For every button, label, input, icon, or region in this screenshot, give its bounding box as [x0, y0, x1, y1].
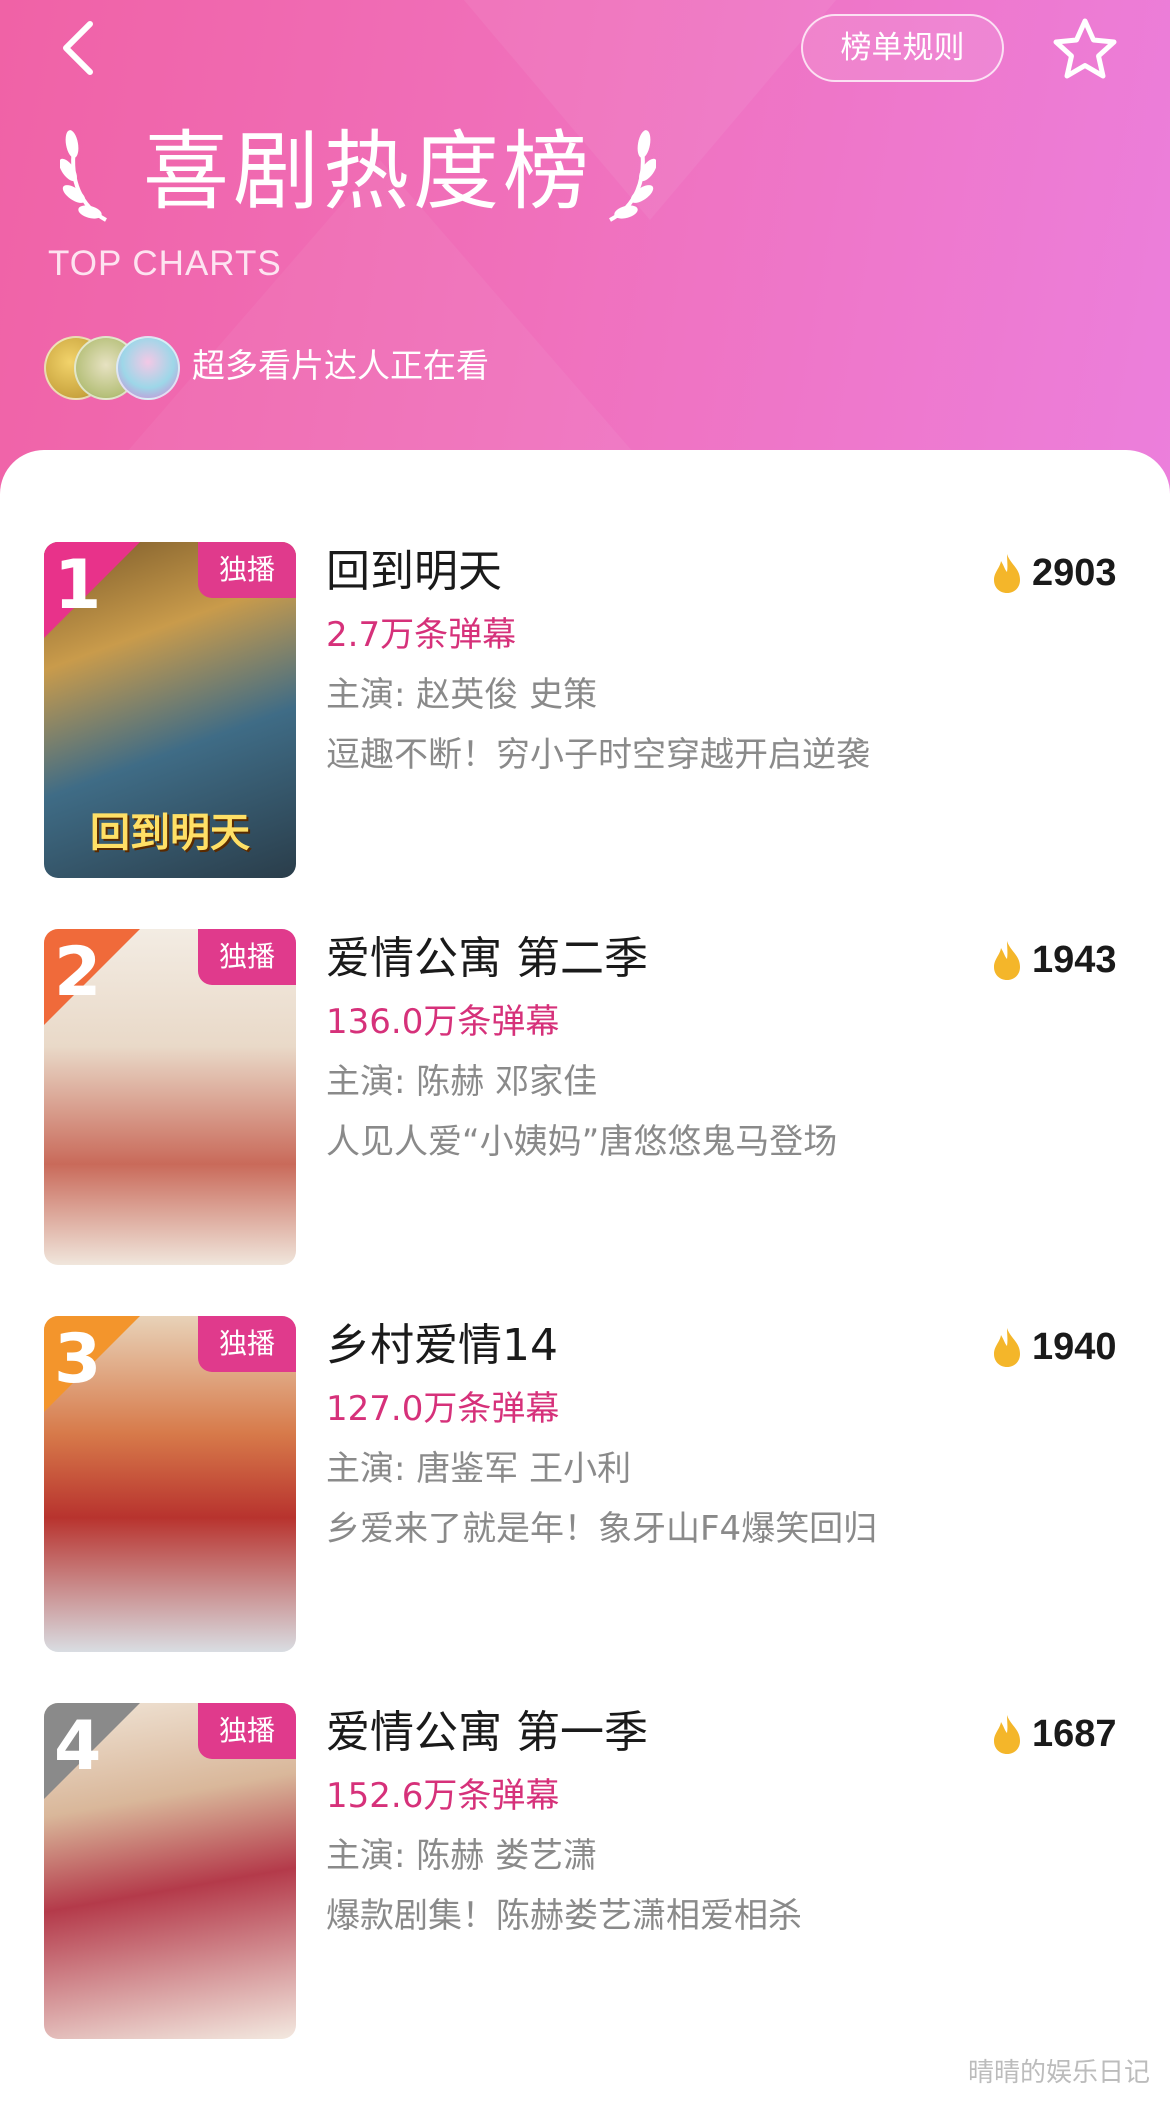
heat-value: 2903	[1032, 552, 1117, 594]
ranking-list: 1 独播 回到明天 回到明天 2.7万条弹幕 主演: 赵英俊 史策 逗趣不断！穷…	[0, 450, 1170, 2106]
heat-score: 1940	[990, 1322, 1140, 1372]
show-title[interactable]: 爱情公寓 第二季	[326, 929, 648, 989]
danmu-count: 127.0万条弹幕	[326, 1389, 560, 1429]
danmu-count: 136.0万条弹幕	[326, 1002, 560, 1042]
page-title: 喜剧热度榜	[143, 122, 593, 222]
cast-text: 主演: 陈赫 娄艺潇	[326, 1836, 598, 1876]
heat-score: 1687	[990, 1709, 1140, 1759]
header-banner: 榜单规则 喜剧热度榜 TOP CHARTS 超多看片达人正在看	[0, 0, 1170, 520]
description-text: 爆款剧集！陈赫娄艺潇相爱相杀	[326, 1896, 802, 1936]
list-item[interactable]: 1 独播 回到明天 回到明天 2.7万条弹幕 主演: 赵英俊 史策 逗趣不断！穷…	[0, 542, 1170, 882]
poster-image[interactable]: 2 独播	[44, 929, 296, 1265]
heat-value: 1943	[1032, 939, 1117, 981]
cast-text: 主演: 唐鉴军 王小利	[326, 1449, 632, 1489]
poster-image[interactable]: 3 独播	[44, 1316, 296, 1652]
watermark: 晴晴的娱乐日记	[968, 2058, 1151, 2088]
exclusive-badge: 独播	[198, 929, 296, 985]
flame-icon	[994, 554, 1020, 593]
danmu-count: 152.6万条弹幕	[326, 1776, 560, 1816]
show-title[interactable]: 乡村爱情14	[326, 1316, 558, 1376]
description-text: 乡爱来了就是年！象牙山F4爆笑回归	[326, 1509, 878, 1549]
heat-score: 1943	[990, 935, 1140, 985]
flame-icon	[994, 1328, 1020, 1367]
poster-caption: 回到明天	[90, 810, 250, 856]
list-item[interactable]: 4 独播 爱情公寓 第一季 152.6万条弹幕 主演: 陈赫 娄艺潇 爆款剧集！…	[0, 1703, 1170, 2043]
exclusive-badge: 独播	[198, 1316, 296, 1372]
flame-icon	[994, 941, 1020, 980]
danmu-count: 2.7万条弹幕	[326, 615, 517, 655]
heat-value: 1940	[1032, 1326, 1117, 1368]
favorite-button[interactable]	[1050, 15, 1120, 85]
back-button[interactable]	[52, 18, 112, 78]
rank-number: 4	[54, 1707, 102, 1786]
rank-number: 2	[54, 933, 102, 1012]
show-title[interactable]: 回到明天	[326, 542, 502, 602]
rank-number: 3	[54, 1320, 102, 1399]
title-block: 喜剧热度榜	[60, 112, 680, 232]
exclusive-badge: 独播	[198, 542, 296, 598]
list-item[interactable]: 3 独播 乡村爱情14 127.0万条弹幕 主演: 唐鉴军 王小利 乡爱来了就是…	[0, 1316, 1170, 1656]
poster-image[interactable]: 1 独播 回到明天	[44, 542, 296, 878]
avatar	[116, 336, 180, 400]
cast-text: 主演: 陈赫 邓家佳	[326, 1062, 598, 1102]
poster-image[interactable]: 4 独播	[44, 1703, 296, 2039]
rules-button[interactable]: 榜单规则	[801, 14, 1004, 82]
cast-text: 主演: 赵英俊 史策	[326, 675, 598, 715]
description-text: 逗趣不断！穷小子时空穿越开启逆袭	[326, 735, 870, 775]
viewer-avatars	[44, 336, 184, 400]
rank-number: 1	[54, 546, 102, 625]
viewers-text: 超多看片达人正在看	[192, 346, 489, 385]
heat-score: 2903	[990, 548, 1140, 598]
laurel-right-icon	[609, 130, 656, 222]
exclusive-badge: 独播	[198, 1703, 296, 1759]
show-title[interactable]: 爱情公寓 第一季	[326, 1703, 648, 1763]
chevron-left-icon	[63, 21, 93, 75]
subtitle: TOP CHARTS	[48, 244, 282, 283]
star-outline-icon	[1053, 18, 1117, 79]
heat-value: 1687	[1032, 1713, 1117, 1755]
list-item[interactable]: 2 独播 爱情公寓 第二季 136.0万条弹幕 主演: 陈赫 邓家佳 人见人爱“…	[0, 929, 1170, 1269]
description-text: 人见人爱“小姨妈”唐悠悠鬼马登场	[326, 1122, 838, 1162]
laurel-left-icon	[60, 130, 107, 222]
flame-icon	[994, 1715, 1020, 1754]
